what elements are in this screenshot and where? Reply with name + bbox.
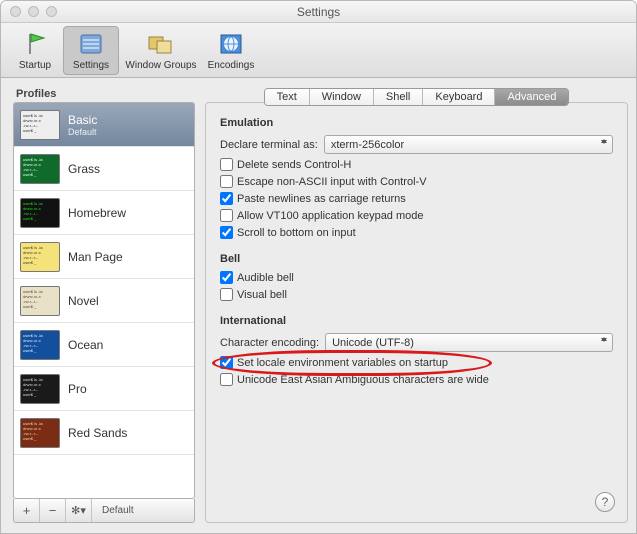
international-heading: International <box>220 315 613 327</box>
encoding-label: Character encoding: <box>220 337 319 349</box>
profile-name: Novel <box>68 294 99 308</box>
profile-name: Man Page <box>68 250 123 264</box>
audible-bell-checkbox[interactable] <box>220 271 233 284</box>
tab-shell[interactable]: Shell <box>374 89 423 105</box>
profile-man-page[interactable]: user$ ls -ladrwxr-xr-x-rw-r--r--user$ _ M… <box>14 235 194 279</box>
tab-text[interactable]: Text <box>265 89 310 105</box>
close-button[interactable] <box>10 6 21 17</box>
help-button[interactable]: ? <box>595 492 615 512</box>
paste-newlines-checkbox[interactable] <box>220 192 233 205</box>
globe-icon <box>217 30 245 58</box>
international-section: International Character encoding: Unicod… <box>220 315 613 386</box>
minimize-button[interactable] <box>28 6 39 17</box>
remove-profile-button[interactable]: − <box>40 499 66 522</box>
scroll-bottom-checkbox[interactable] <box>220 226 233 239</box>
visual-bell-label: Visual bell <box>237 289 287 301</box>
vt100-keypad-label: Allow VT100 application keypad mode <box>237 210 424 222</box>
scroll-bottom-label: Scroll to bottom on input <box>237 227 356 239</box>
sidebar: Profiles user$ ls -ladrwxr-xr-x-rw-r--r-… <box>13 88 195 523</box>
toolbar-encodings[interactable]: Encodings <box>203 27 259 74</box>
toolbar-window-groups[interactable]: Window Groups <box>119 27 203 74</box>
window-groups-icon <box>147 30 175 58</box>
main-panel: TextWindowShellKeyboardAdvanced Emulatio… <box>205 88 628 523</box>
profile-thumbnail: user$ ls -ladrwxr-xr-x-rw-r--r--user$ _ <box>20 242 60 272</box>
toolbar-settings[interactable]: Settings <box>63 26 119 75</box>
profile-name: Ocean <box>68 338 103 352</box>
declare-terminal-label: Declare terminal as: <box>220 139 318 151</box>
paste-newlines-label: Paste newlines as carriage returns <box>237 193 406 205</box>
profile-ocean[interactable]: user$ ls -ladrwxr-xr-x-rw-r--r--user$ _ O… <box>14 323 194 367</box>
profile-name: Homebrew <box>68 206 126 220</box>
tab-window[interactable]: Window <box>310 89 374 105</box>
visual-bell-checkbox[interactable] <box>220 288 233 301</box>
window-controls <box>10 6 57 17</box>
profile-thumbnail: user$ ls -ladrwxr-xr-x-rw-r--r--user$ _ <box>20 418 60 448</box>
profile-thumbnail: user$ ls -ladrwxr-xr-x-rw-r--r--user$ _ <box>20 330 60 360</box>
profiles-footer: + − ✻▾ Default <box>13 499 195 523</box>
default-profile-button[interactable]: Default <box>92 499 144 522</box>
declare-terminal-select[interactable]: xterm-256color <box>324 135 613 154</box>
profile-thumbnail: user$ ls -ladrwxr-xr-x-rw-r--r--user$ _ <box>20 110 60 140</box>
profile-grass[interactable]: user$ ls -ladrwxr-xr-x-rw-r--r--user$ _ G… <box>14 147 194 191</box>
emulation-heading: Emulation <box>220 117 613 129</box>
zoom-button[interactable] <box>46 6 57 17</box>
profile-name: Pro <box>68 382 87 396</box>
escape-nonascii-label: Escape non-ASCII input with Control-V <box>237 176 427 188</box>
titlebar: Settings <box>1 1 636 23</box>
toolbar: Startup Settings Window Groups Encodings <box>1 23 636 78</box>
profile-homebrew[interactable]: user$ ls -ladrwxr-xr-x-rw-r--r--user$ _ H… <box>14 191 194 235</box>
set-locale-checkbox[interactable] <box>220 356 233 369</box>
profile-name: BasicDefault <box>68 113 97 137</box>
tab-keyboard[interactable]: Keyboard <box>423 89 495 105</box>
vt100-keypad-checkbox[interactable] <box>220 209 233 222</box>
bell-heading: Bell <box>220 253 613 265</box>
profile-thumbnail: user$ ls -ladrwxr-xr-x-rw-r--r--user$ _ <box>20 198 60 228</box>
profile-thumbnail: user$ ls -ladrwxr-xr-x-rw-r--r--user$ _ <box>20 374 60 404</box>
flag-icon <box>21 30 49 58</box>
profiles-header: Profiles <box>13 88 195 100</box>
profile-name: Grass <box>68 162 100 176</box>
east-asian-checkbox[interactable] <box>220 373 233 386</box>
set-locale-label: Set locale environment variables on star… <box>237 357 448 369</box>
escape-nonascii-checkbox[interactable] <box>220 175 233 188</box>
settings-window: Settings Startup Settings Window Groups … <box>0 0 637 534</box>
advanced-pane: Emulation Declare terminal as: xterm-256… <box>205 102 628 523</box>
profile-basic[interactable]: user$ ls -ladrwxr-xr-x-rw-r--r--user$ _ B… <box>14 103 194 147</box>
settings-tabs: TextWindowShellKeyboardAdvanced <box>205 88 628 106</box>
encoding-select[interactable]: Unicode (UTF-8) <box>325 333 613 352</box>
delete-ctrl-h-checkbox[interactable] <box>220 158 233 171</box>
settings-icon <box>77 30 105 58</box>
add-profile-button[interactable]: + <box>14 499 40 522</box>
delete-ctrl-h-label: Delete sends Control-H <box>237 159 351 171</box>
bell-section: Bell Audible bell Visual bell <box>220 253 613 301</box>
profile-red-sands[interactable]: user$ ls -ladrwxr-xr-x-rw-r--r--user$ _ R… <box>14 411 194 455</box>
profile-thumbnail: user$ ls -ladrwxr-xr-x-rw-r--r--user$ _ <box>20 154 60 184</box>
tab-advanced[interactable]: Advanced <box>495 89 568 105</box>
emulation-section: Emulation Declare terminal as: xterm-256… <box>220 117 613 239</box>
east-asian-label: Unicode East Asian Ambiguous characters … <box>237 374 489 386</box>
window-title: Settings <box>1 5 636 19</box>
profile-thumbnail: user$ ls -ladrwxr-xr-x-rw-r--r--user$ _ <box>20 286 60 316</box>
profile-pro[interactable]: user$ ls -ladrwxr-xr-x-rw-r--r--user$ _ P… <box>14 367 194 411</box>
profile-name: Red Sands <box>68 426 127 440</box>
profile-novel[interactable]: user$ ls -ladrwxr-xr-x-rw-r--r--user$ _ N… <box>14 279 194 323</box>
profiles-list[interactable]: user$ ls -ladrwxr-xr-x-rw-r--r--user$ _ B… <box>13 102 195 499</box>
toolbar-startup[interactable]: Startup <box>7 27 63 74</box>
audible-bell-label: Audible bell <box>237 272 294 284</box>
profile-actions-menu[interactable]: ✻▾ <box>66 499 92 522</box>
